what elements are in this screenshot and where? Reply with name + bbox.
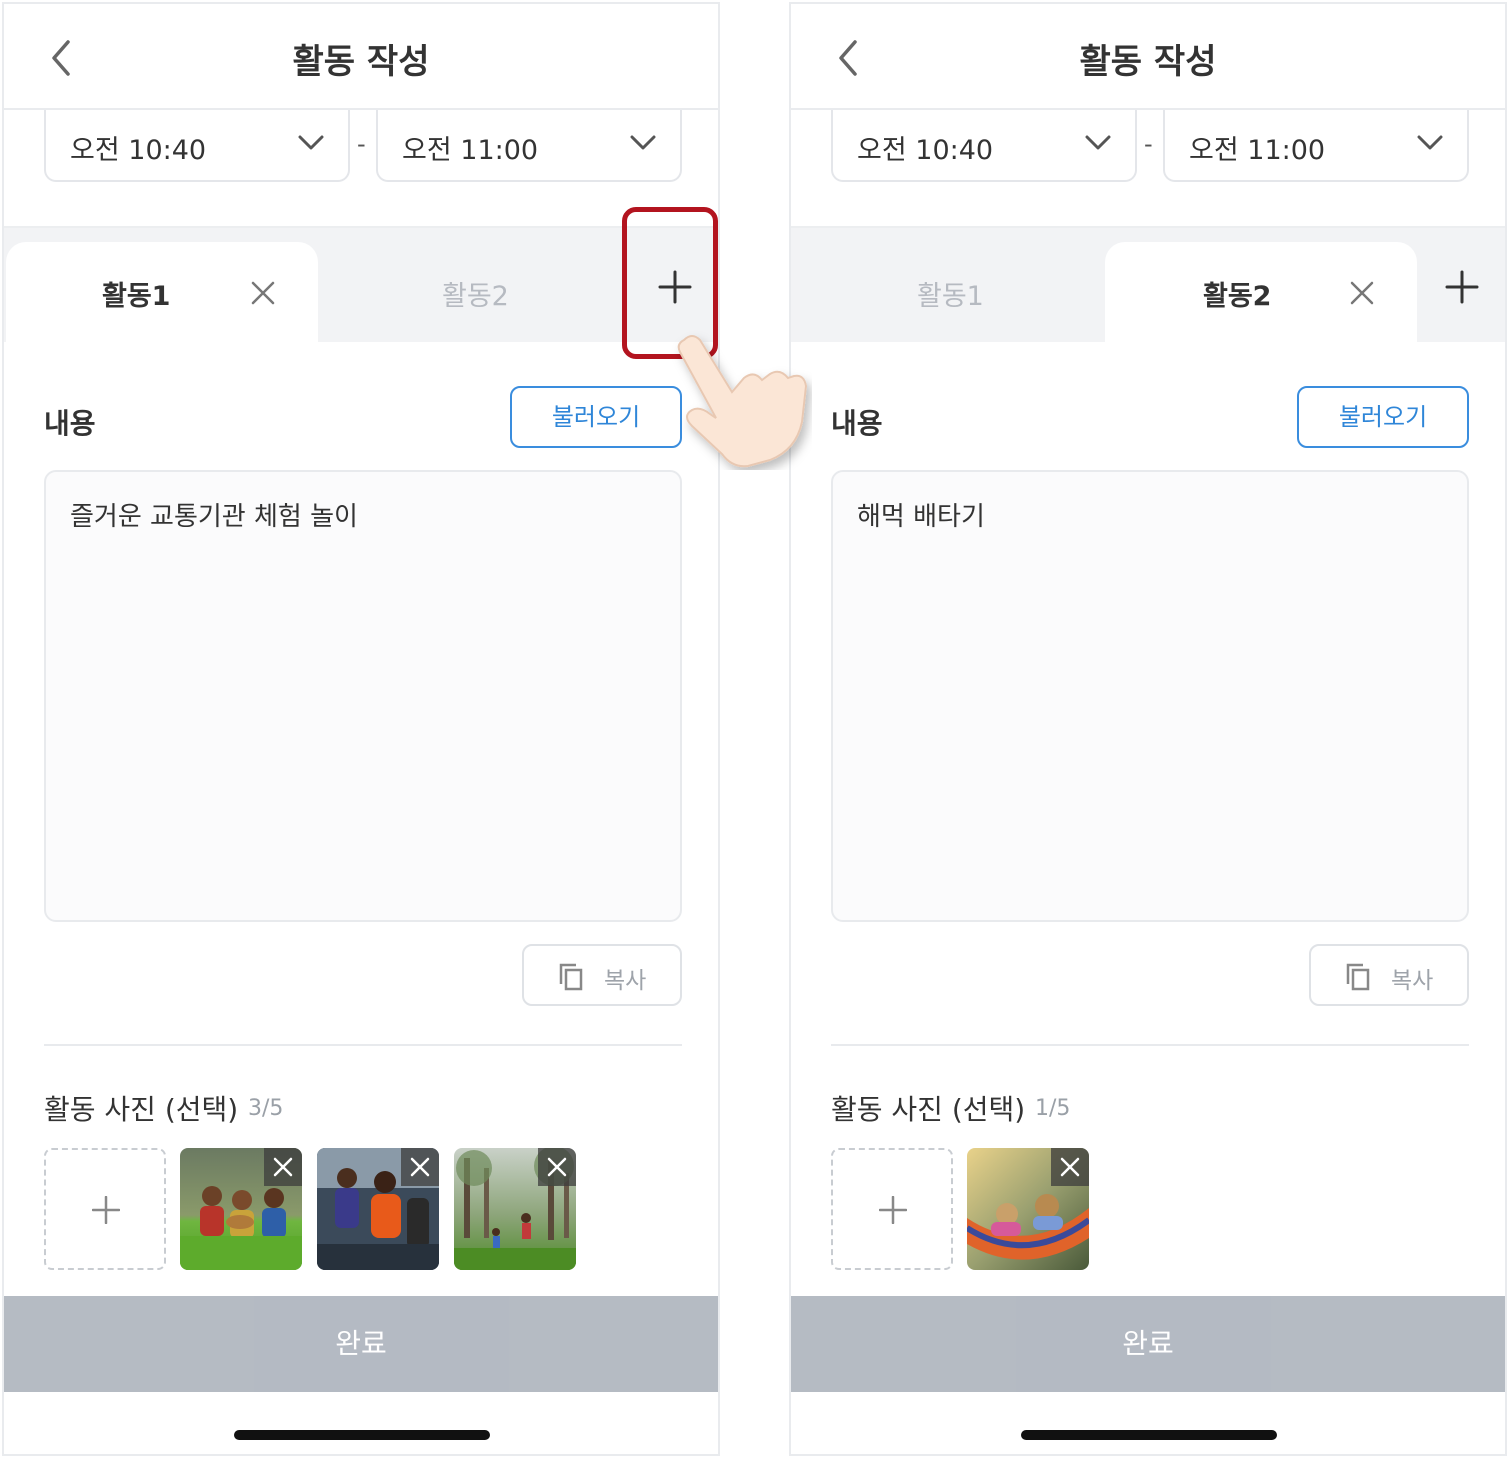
tab-label: 활동2 xyxy=(1203,281,1272,312)
start-time-value: 오전 10:40 xyxy=(70,135,207,166)
copy-label: 복사 xyxy=(1391,968,1434,994)
content-text: 즐거운 교통기관 체험 놀이 xyxy=(70,502,358,532)
tab-label: 활동1 xyxy=(917,281,984,312)
screen-activity-1: 활동 작성 오전 10:40 - 오전 11:00 활동1 활동2 내용 불러오… xyxy=(2,2,720,1456)
add-photo-button[interactable] xyxy=(831,1148,953,1270)
screen-activity-2: 활동 작성 오전 10:40 - 오전 11:00 활동1 활동2 내용 불러오… xyxy=(789,2,1507,1456)
copy-button[interactable]: 복사 xyxy=(522,944,682,1006)
content-text: 해먹 배타기 xyxy=(857,502,985,532)
copy-icon xyxy=(1346,963,1370,991)
divider xyxy=(831,1044,1469,1046)
divider xyxy=(44,1044,682,1046)
photo-thumbnail[interactable] xyxy=(967,1148,1089,1270)
photo-thumbnail[interactable] xyxy=(180,1148,302,1270)
time-range: 오전 10:40 - 오전 11:00 xyxy=(44,110,682,184)
home-indicator xyxy=(234,1430,490,1440)
photo-count: 3/5 xyxy=(248,1096,284,1121)
activity-tabs: 활동1 활동2 xyxy=(4,226,718,344)
tab-label: 활동2 xyxy=(442,281,509,312)
photo-count: 1/5 xyxy=(1035,1096,1071,1121)
chevron-down-icon xyxy=(1417,135,1443,150)
chevron-down-icon xyxy=(630,135,656,150)
plus-icon xyxy=(92,1196,120,1224)
close-icon[interactable] xyxy=(250,280,276,306)
photo-thumbnail[interactable] xyxy=(454,1148,576,1270)
tab-label: 활동1 xyxy=(102,281,171,312)
start-time-select[interactable]: 오전 10:40 xyxy=(44,110,350,182)
time-separator: - xyxy=(357,130,366,158)
chevron-down-icon xyxy=(298,135,324,150)
time-separator: - xyxy=(1144,130,1153,158)
chevron-down-icon xyxy=(1085,135,1111,150)
end-time-select[interactable]: 오전 11:00 xyxy=(1163,110,1469,182)
content-label: 내용 xyxy=(44,407,96,440)
tab-activity-1[interactable]: 활동1 xyxy=(6,242,318,344)
header: 활동 작성 xyxy=(4,4,718,110)
close-icon xyxy=(547,1157,567,1177)
copy-button[interactable]: 복사 xyxy=(1309,944,1469,1006)
pointing-hand-icon xyxy=(677,335,808,468)
done-button[interactable]: 완료 xyxy=(4,1296,718,1392)
copy-label: 복사 xyxy=(604,968,647,994)
remove-photo-button[interactable] xyxy=(538,1148,576,1186)
content-textarea[interactable]: 즐거운 교통기관 체험 놀이 xyxy=(44,470,682,922)
tab-activity-2[interactable]: 활동2 xyxy=(318,242,630,344)
add-photo-button[interactable] xyxy=(44,1148,166,1270)
end-time-value: 오전 11:00 xyxy=(402,135,539,166)
copy-icon xyxy=(559,963,583,991)
load-button[interactable]: 불러오기 xyxy=(510,386,682,448)
page-title: 활동 작성 xyxy=(292,42,430,82)
photo-section-title: 활동 사진 (선택) xyxy=(831,1093,1026,1126)
remove-photo-button[interactable] xyxy=(1051,1148,1089,1186)
remove-photo-button[interactable] xyxy=(401,1148,439,1186)
plus-icon xyxy=(879,1196,907,1224)
start-time-value: 오전 10:40 xyxy=(857,135,994,166)
end-time-value: 오전 11:00 xyxy=(1189,135,1326,166)
home-indicator xyxy=(1021,1430,1277,1440)
tab-activity-2[interactable]: 활동2 xyxy=(1105,242,1417,344)
start-time-select[interactable]: 오전 10:40 xyxy=(831,110,1137,182)
header: 활동 작성 xyxy=(791,4,1505,110)
content-label: 내용 xyxy=(831,407,883,440)
time-range: 오전 10:40 - 오전 11:00 xyxy=(831,110,1469,184)
tab-activity-1[interactable]: 활동1 xyxy=(793,242,1105,344)
close-icon xyxy=(1060,1157,1080,1177)
end-time-select[interactable]: 오전 11:00 xyxy=(376,110,682,182)
page-title: 활동 작성 xyxy=(1079,42,1217,82)
photo-thumbnail[interactable] xyxy=(317,1148,439,1270)
remove-photo-button[interactable] xyxy=(264,1148,302,1186)
close-icon xyxy=(410,1157,430,1177)
content-textarea[interactable]: 해먹 배타기 xyxy=(831,470,1469,922)
close-icon[interactable] xyxy=(1349,280,1375,306)
load-button[interactable]: 불러오기 xyxy=(1297,386,1469,448)
photo-section-title: 활동 사진 (선택) xyxy=(44,1093,239,1126)
close-icon xyxy=(273,1157,293,1177)
done-button[interactable]: 완료 xyxy=(791,1296,1505,1392)
activity-tabs: 활동1 활동2 xyxy=(791,226,1505,344)
plus-icon[interactable] xyxy=(1445,270,1479,304)
